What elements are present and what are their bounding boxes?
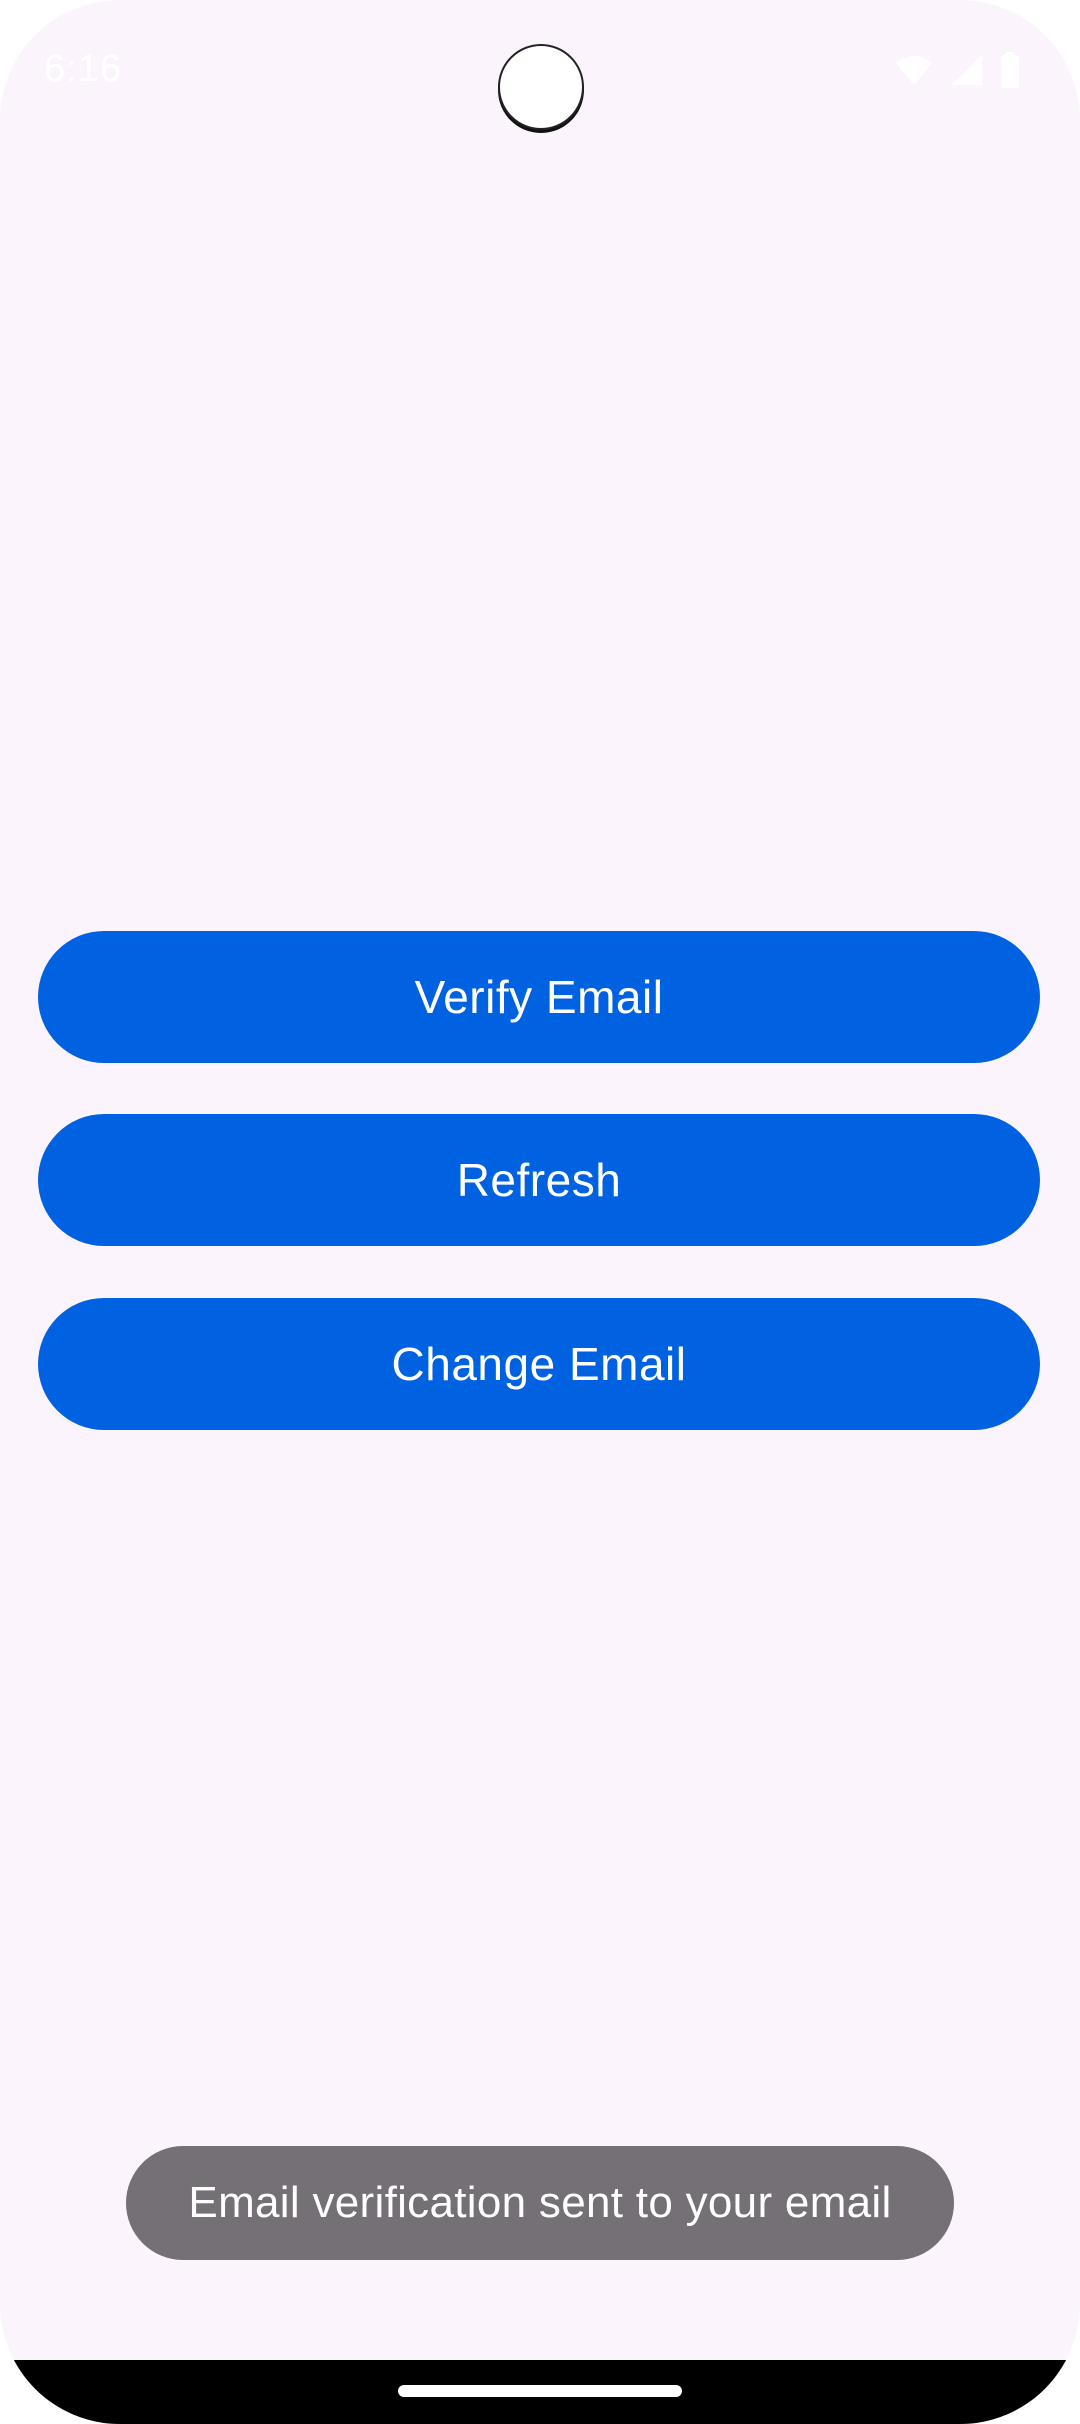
change-email-label: Change Email (391, 1338, 687, 1390)
status-bar: 6:16 (0, 0, 1080, 140)
front-camera-cutout (498, 44, 584, 130)
status-time: 6:16 (44, 48, 122, 90)
status-icons (894, 52, 1020, 88)
wifi-icon (894, 53, 934, 87)
verify-email-label: Verify Email (414, 971, 664, 1023)
refresh-button[interactable]: Refresh (38, 1114, 1040, 1246)
toast-text: Email verification sent to your email (188, 2178, 892, 2227)
app-screen: 6:16 Verify Email Refresh Change Email E… (0, 0, 1080, 2424)
battery-icon (1000, 52, 1020, 88)
change-email-button[interactable]: Change Email (38, 1298, 1040, 1430)
home-indicator[interactable] (398, 2385, 682, 2397)
verify-email-button[interactable]: Verify Email (38, 931, 1040, 1063)
toast-message: Email verification sent to your email (126, 2146, 954, 2260)
refresh-label: Refresh (456, 1154, 622, 1206)
cellular-signal-icon (950, 53, 984, 87)
